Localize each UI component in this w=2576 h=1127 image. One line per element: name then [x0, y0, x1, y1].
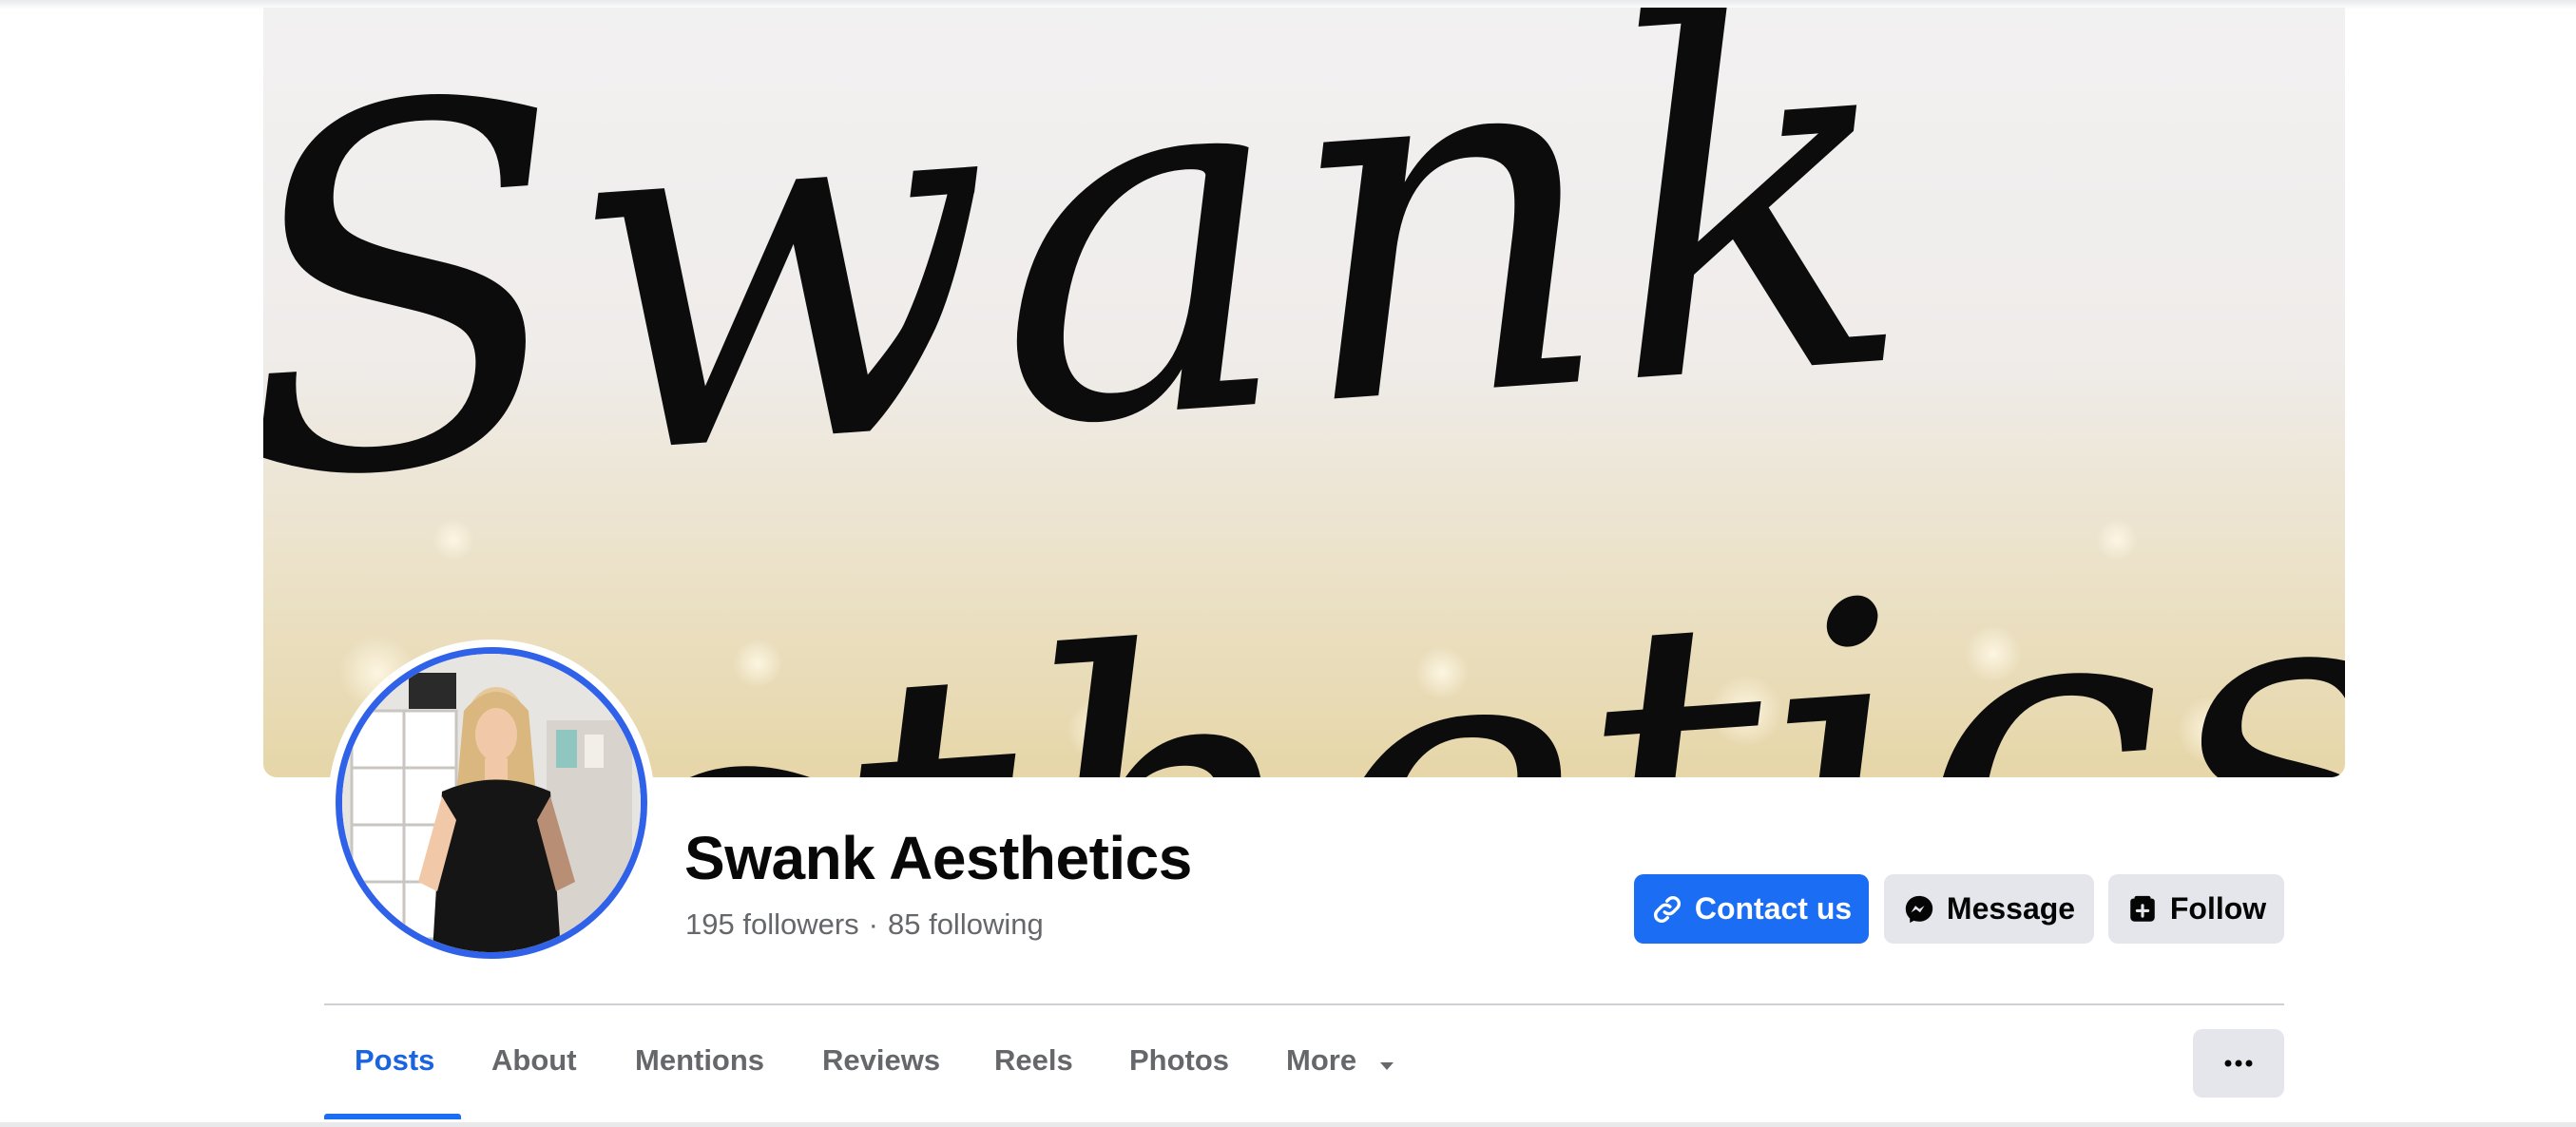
page-title: Swank Aesthetics [684, 824, 1192, 892]
ellipsis-icon [2224, 1055, 2253, 1072]
cover-title-line1: Swank [263, 8, 1924, 591]
contact-us-label: Contact us [1694, 891, 1853, 926]
message-button[interactable]: Message [1884, 874, 2094, 944]
following-link[interactable]: 85 following [888, 907, 1044, 941]
tab-about[interactable]: About [491, 1043, 577, 1078]
profile-picture[interactable] [336, 647, 647, 959]
tab-photos[interactable]: Photos [1129, 1043, 1229, 1078]
messenger-icon [1903, 893, 1935, 926]
tab-posts[interactable]: Posts [355, 1043, 434, 1078]
tab-mentions[interactable]: Mentions [635, 1043, 764, 1078]
follow-icon [2126, 893, 2159, 926]
link-icon [1651, 893, 1683, 926]
follow-button[interactable]: Follow [2108, 874, 2284, 944]
header-divider [324, 1003, 2284, 1005]
message-label: Message [1946, 891, 2076, 926]
header-bottom-border [0, 1122, 2576, 1127]
contact-us-button[interactable]: Contact us [1634, 874, 1869, 944]
caret-down-icon [1378, 1045, 1395, 1079]
tab-more-label: More [1286, 1043, 1357, 1077]
followers-link[interactable]: 195 followers [685, 907, 859, 941]
more-options-button[interactable] [2193, 1029, 2284, 1098]
tab-reels[interactable]: Reels [994, 1043, 1073, 1078]
stats-separator: · [868, 907, 878, 941]
active-tab-indicator [324, 1114, 461, 1119]
cover-photo[interactable]: Swank Aesthetics [263, 8, 2345, 777]
tab-more[interactable]: More [1286, 1043, 1395, 1079]
follow-stats: 195 followers · 85 following [685, 907, 1044, 942]
follow-label: Follow [2169, 891, 2267, 926]
tab-reviews[interactable]: Reviews [822, 1043, 940, 1078]
